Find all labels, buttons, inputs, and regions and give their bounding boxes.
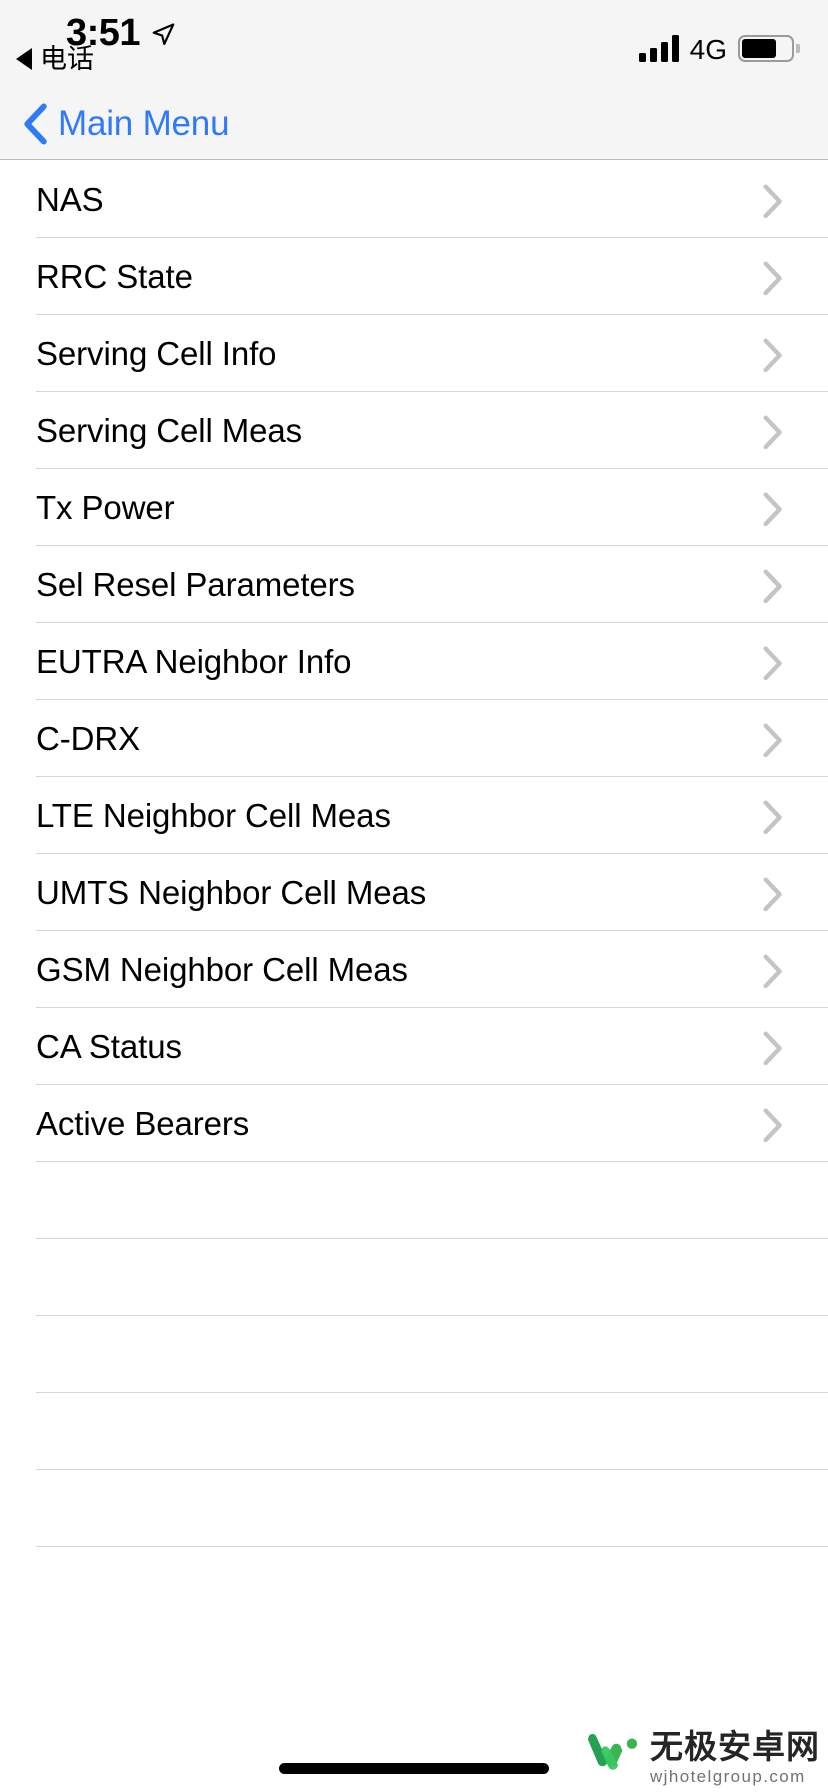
back-button[interactable]: Main Menu xyxy=(22,88,230,160)
list-item-nas[interactable]: NAS xyxy=(0,161,828,238)
chevron-right-icon xyxy=(762,876,784,911)
location-arrow-icon xyxy=(150,19,176,47)
cellular-signal-bars-icon xyxy=(638,34,679,62)
home-indicator[interactable] xyxy=(279,1763,549,1774)
empty-row xyxy=(0,1316,828,1393)
chevron-right-icon xyxy=(762,1030,784,1065)
chevron-right-icon xyxy=(762,645,784,680)
chevron-right-icon xyxy=(762,183,784,218)
list-item-lte-neighbor-cell-meas[interactable]: LTE Neighbor Cell Meas xyxy=(0,777,828,854)
chevron-right-icon xyxy=(762,799,784,834)
return-to-phone-indicator[interactable]: 电话 xyxy=(16,44,94,74)
navigation-bar: Main Menu xyxy=(0,88,828,160)
status-bar-right: 4G xyxy=(638,22,800,65)
list-item-label: Serving Cell Info xyxy=(36,334,277,372)
list-item-serving-cell-info[interactable]: Serving Cell Info xyxy=(0,315,828,392)
list-item-label: UMTS Neighbor Cell Meas xyxy=(36,873,427,911)
list-item-label: EUTRA Neighbor Info xyxy=(36,642,352,680)
app-screen: 3:51 电话 4G Main Menu NAS RRC State Servi… xyxy=(0,0,828,1792)
row-separator xyxy=(36,1546,828,1547)
chevron-left-icon xyxy=(22,103,48,145)
list-item-eutra-neighbor-info[interactable]: EUTRA Neighbor Info xyxy=(0,623,828,700)
chevron-right-icon xyxy=(762,953,784,988)
chevron-right-icon xyxy=(762,1107,784,1142)
chevron-right-icon xyxy=(762,414,784,449)
list-item-c-drx[interactable]: C-DRX xyxy=(0,700,828,777)
w-logo-icon xyxy=(584,1729,640,1786)
list-item-active-bearers[interactable]: Active Bearers xyxy=(0,1085,828,1162)
chevron-right-icon xyxy=(762,260,784,295)
return-app-label: 电话 xyxy=(40,44,94,74)
watermark-text: 无极安卓网 wjhotelgroup.com xyxy=(650,1730,820,1785)
list-item-umts-neighbor-cell-meas[interactable]: UMTS Neighbor Cell Meas xyxy=(0,854,828,931)
list-item-label: LTE Neighbor Cell Meas xyxy=(36,796,391,834)
list-item-label: RRC State xyxy=(36,257,193,295)
network-type-label: 4G xyxy=(689,34,727,65)
empty-row xyxy=(0,1239,828,1316)
list-item-tx-power[interactable]: Tx Power xyxy=(0,469,828,546)
list-item-ca-status[interactable]: CA Status xyxy=(0,1008,828,1085)
list-item-label: Sel Resel Parameters xyxy=(36,565,355,603)
status-bar: 3:51 电话 4G xyxy=(0,0,828,88)
list-item-sel-resel-parameters[interactable]: Sel Resel Parameters xyxy=(0,546,828,623)
watermark-title: 无极安卓网 xyxy=(650,1728,820,1765)
field-test-menu-list: NAS RRC State Serving Cell Info Serving … xyxy=(0,161,828,1547)
list-item-serving-cell-meas[interactable]: Serving Cell Meas xyxy=(0,392,828,469)
chevron-right-icon xyxy=(762,568,784,603)
list-item-label: C-DRX xyxy=(36,719,140,757)
chevron-right-icon xyxy=(762,491,784,526)
empty-row xyxy=(0,1162,828,1239)
empty-row xyxy=(0,1393,828,1470)
back-button-label: Main Menu xyxy=(58,104,230,143)
list-item-label: Active Bearers xyxy=(36,1104,250,1142)
chevron-right-icon xyxy=(762,722,784,757)
watermark: 无极安卓网 wjhotelgroup.com xyxy=(584,1729,820,1786)
list-item-label: CA Status xyxy=(36,1027,182,1065)
watermark-url: wjhotelgroup.com xyxy=(650,1767,806,1786)
empty-row xyxy=(0,1470,828,1547)
list-item-rrc-state[interactable]: RRC State xyxy=(0,238,828,315)
back-triangle-icon xyxy=(16,48,32,70)
list-item-label: NAS xyxy=(36,180,104,218)
list-item-label: GSM Neighbor Cell Meas xyxy=(36,950,408,988)
list-item-label: Tx Power xyxy=(36,488,175,526)
battery-icon xyxy=(738,35,800,62)
list-item-gsm-neighbor-cell-meas[interactable]: GSM Neighbor Cell Meas xyxy=(0,931,828,1008)
chevron-right-icon xyxy=(762,337,784,372)
list-item-label: Serving Cell Meas xyxy=(36,411,303,449)
